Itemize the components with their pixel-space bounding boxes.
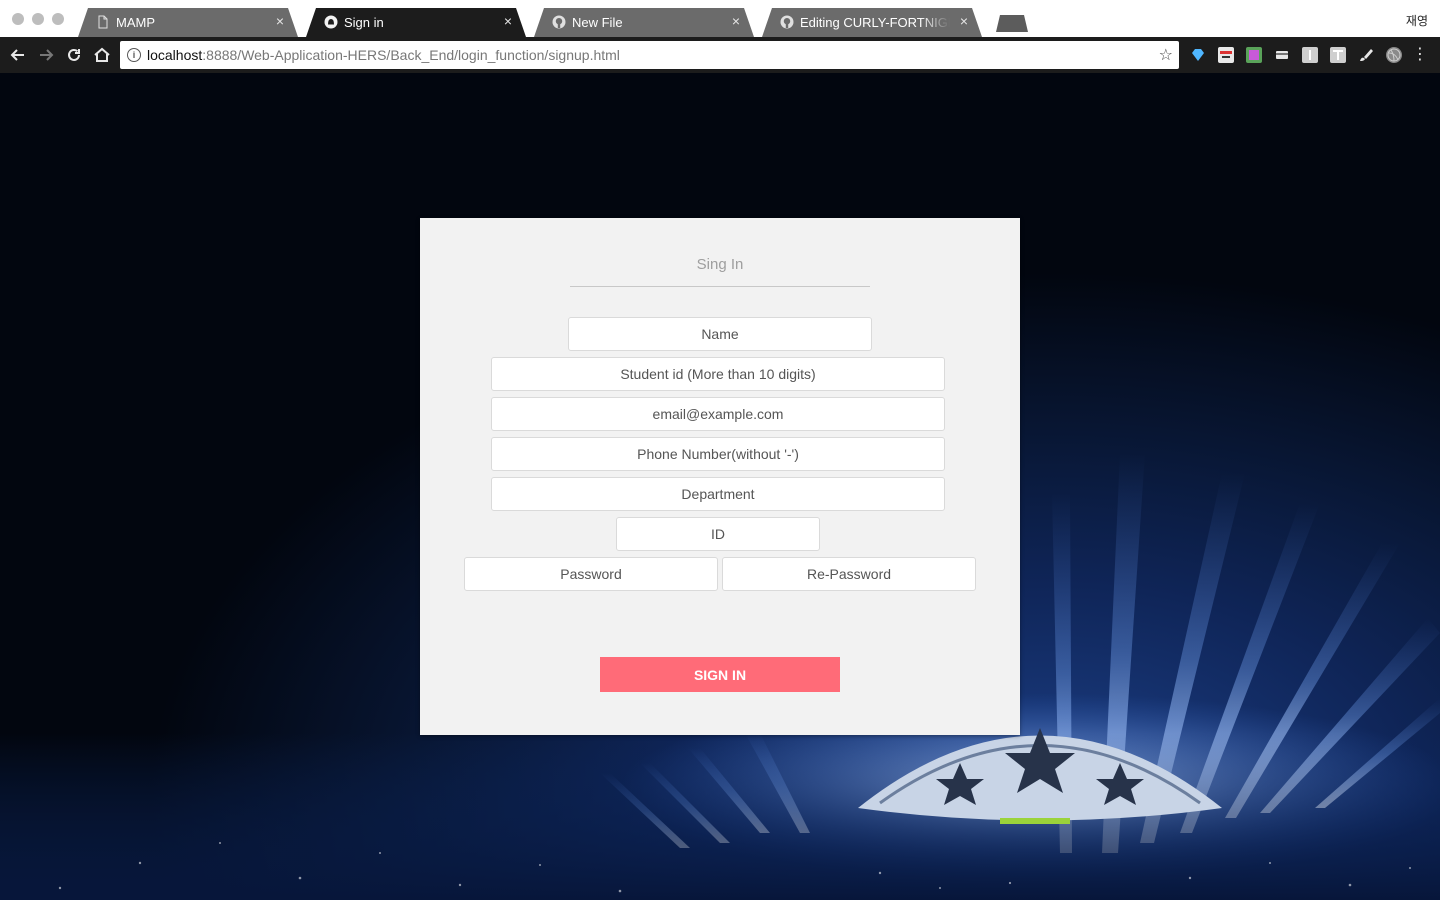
- brush-extension-icon[interactable]: [1358, 47, 1374, 63]
- tab-title: Editing CURLY-FORTNIGHT/RE: [800, 15, 950, 30]
- tab-title: MAMP: [116, 15, 155, 30]
- tab-editing-curly-fortnight[interactable]: Editing CURLY-FORTNIGHT/RE ×: [762, 8, 982, 37]
- form-title: Sing In: [696, 256, 744, 273]
- user-id-input[interactable]: [616, 517, 820, 551]
- document-icon: [98, 15, 108, 29]
- site-info-icon[interactable]: i: [127, 48, 141, 62]
- browser-menu-icon[interactable]: ⋮: [1412, 45, 1428, 65]
- url-host: localhost: [147, 47, 203, 63]
- letter-t-extension-icon[interactable]: [1330, 47, 1346, 63]
- address-url: localhost:8888/Web-Application-HERS/Back…: [147, 47, 620, 63]
- letter-i-extension-icon[interactable]: [1302, 47, 1318, 63]
- dribbble-extension-icon[interactable]: [1386, 47, 1402, 63]
- forward-arrow-icon[interactable]: [36, 45, 56, 65]
- tab-title: Sign in: [344, 15, 384, 30]
- signup-card: Sing In SIGN IN: [420, 218, 1020, 735]
- window-zoom-button[interactable]: [52, 13, 64, 25]
- sign-in-button[interactable]: SIGN IN: [600, 657, 840, 692]
- phone-input[interactable]: [491, 437, 945, 471]
- tab-close-icon[interactable]: ×: [960, 13, 968, 29]
- photo-extension-icon[interactable]: [1246, 47, 1262, 63]
- tab-close-icon[interactable]: ×: [504, 13, 512, 29]
- url-path: :8888/Web-Application-HERS/Back_End/logi…: [202, 47, 620, 63]
- password-input[interactable]: [464, 557, 718, 591]
- page-background: Sing In SIGN IN: [0, 73, 1440, 900]
- email-input[interactable]: [491, 397, 945, 431]
- address-bar[interactable]: i localhost:8888/Web-Application-HERS/Ba…: [120, 41, 1179, 69]
- tab-close-icon[interactable]: ×: [732, 13, 740, 29]
- back-arrow-icon[interactable]: [8, 45, 28, 65]
- github-icon: [552, 15, 566, 29]
- new-tab-button[interactable]: [996, 15, 1028, 32]
- tab-mamp[interactable]: MAMP ×: [78, 8, 298, 37]
- re-password-input[interactable]: [722, 557, 976, 591]
- diamond-extension-icon[interactable]: [1190, 47, 1206, 63]
- tab-title: New File: [572, 15, 623, 30]
- browser-tab-strip: MAMP × Sign in × New File × Editing CURL…: [0, 0, 1440, 37]
- window-close-button[interactable]: [12, 13, 24, 25]
- tab-sign-in[interactable]: Sign in ×: [306, 8, 526, 37]
- home-icon[interactable]: [92, 45, 112, 65]
- student-id-input[interactable]: [491, 357, 945, 391]
- window-minimize-button[interactable]: [32, 13, 44, 25]
- department-input[interactable]: [491, 477, 945, 511]
- bookmark-star-icon[interactable]: ☆: [1159, 45, 1173, 65]
- title-divider: [570, 286, 870, 287]
- tab-new-file[interactable]: New File ×: [534, 8, 754, 37]
- browser-toolbar: i localhost:8888/Web-Application-HERS/Ba…: [0, 37, 1440, 73]
- profile-name[interactable]: 재영: [1406, 12, 1428, 29]
- app-favicon-icon: [324, 15, 338, 29]
- tab-close-icon[interactable]: ×: [276, 13, 284, 29]
- reload-icon[interactable]: [64, 45, 84, 65]
- calendar-extension-icon[interactable]: [1218, 47, 1234, 63]
- name-input[interactable]: [568, 317, 872, 351]
- github-icon: [780, 15, 794, 29]
- card-extension-icon[interactable]: [1274, 47, 1290, 63]
